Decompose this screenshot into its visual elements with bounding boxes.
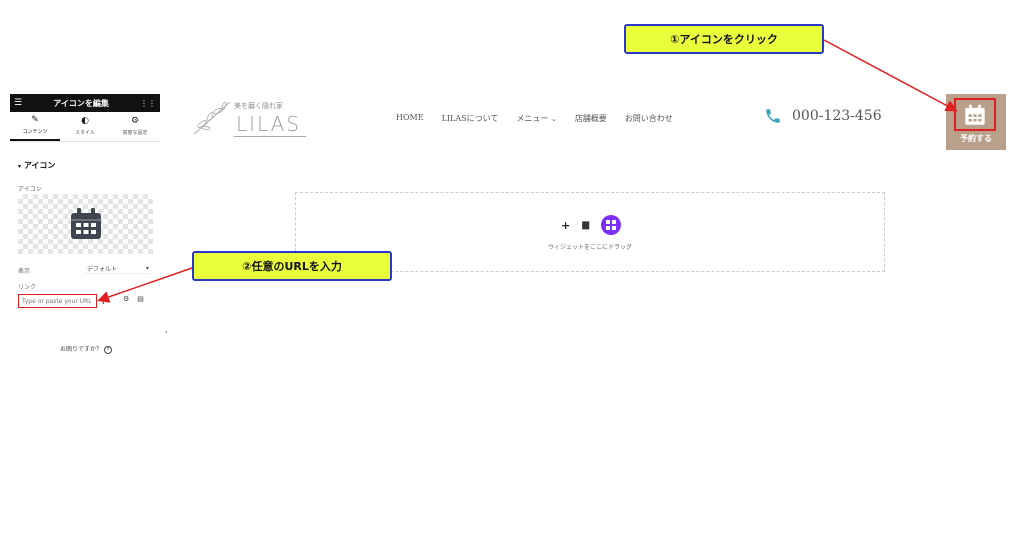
screenshot-stage: { "panel": { "title": "アイコンを編集", "tabs":… <box>0 0 1024 559</box>
link-label: リンク <box>18 284 37 291</box>
section-icon-toggle[interactable]: ▾ アイコン <box>18 160 55 171</box>
help-link[interactable]: お困りですか？ ? <box>60 344 112 354</box>
url-input[interactable] <box>18 294 97 308</box>
tab-content-label: コンテンツ <box>22 129 48 135</box>
editor-panel: ☰ アイコンを編集 ⋮⋮ ✎ コンテンツ ◐ スタイル ⚙ 高度な設定 ▾ アイ… <box>10 94 160 364</box>
icon-preview[interactable] <box>18 194 153 254</box>
logo-tagline: 美を磨く隠れ家 <box>234 102 283 110</box>
view-select[interactable]: デフォルト ▾ <box>85 264 151 274</box>
nav-item-menu[interactable]: メニュー ⌄ <box>516 113 556 124</box>
reserve-widget[interactable]: 予約する <box>946 94 1006 150</box>
tab-content[interactable]: ✎ コンテンツ <box>10 112 60 141</box>
section-title: アイコン <box>23 161 56 170</box>
nav-item-about[interactable]: LILASについて <box>442 113 499 124</box>
calendar-icon <box>70 208 101 239</box>
url-options: ⚙ ▤ <box>123 295 144 303</box>
nav-item-menu-label: メニュー <box>516 114 549 123</box>
phone-block[interactable]: 000-123-456 <box>764 107 882 125</box>
help-text: お困りですか？ <box>60 346 103 353</box>
logo-name: LILAS <box>236 112 302 136</box>
folder-icon[interactable]: ▆ <box>582 220 589 230</box>
dropzone-text: ウィジェットをここにドラッグ <box>547 244 632 251</box>
leaf-branch-icon <box>193 101 231 135</box>
view-label: 表示 <box>18 268 31 275</box>
callout-step2: ②任意のURLを入力 <box>192 251 392 281</box>
callout-step1: ①アイコンをクリック <box>624 24 824 54</box>
logo-underline <box>234 136 306 137</box>
panel-header: ☰ アイコンを編集 ⋮⋮ <box>10 94 160 112</box>
grid-icon[interactable]: ⋮⋮ <box>140 99 156 108</box>
contrast-icon: ◐ <box>81 116 89 126</box>
icon-field-label: アイコン <box>18 186 42 193</box>
dropzone-actions: + ▆ <box>561 215 622 235</box>
chevron-down-icon: ▾ <box>145 265 149 272</box>
panel-title: アイコンを編集 <box>53 98 109 108</box>
caret-down-icon: ▾ <box>18 163 22 170</box>
link-settings-icon[interactable]: ⚙ <box>123 295 129 303</box>
tab-style-label: スタイル <box>74 130 95 136</box>
phone-number: 000-123-456 <box>792 108 882 124</box>
nav-item-shop[interactable]: 店舗概要 <box>575 113 607 124</box>
panel-tabs: ✎ コンテンツ ◐ スタイル ⚙ 高度な設定 <box>10 112 160 142</box>
tab-advanced-label: 高度な設定 <box>122 130 148 136</box>
phone-icon <box>766 109 780 123</box>
pencil-icon: ✎ <box>31 115 39 125</box>
gear-icon: ⚙ <box>130 116 140 126</box>
arrow-to-icon <box>823 39 958 112</box>
question-icon: ? <box>103 346 112 354</box>
text-cursor-icon: I <box>102 297 105 307</box>
nav-item-home[interactable]: HOME <box>396 113 424 124</box>
chevron-down-icon: ⌄ <box>550 115 557 123</box>
reserve-icon-highlight[interactable] <box>954 98 996 131</box>
calendar-icon <box>965 104 985 125</box>
tab-advanced[interactable]: ⚙ 高度な設定 <box>110 112 160 141</box>
collapse-panel-icon[interactable]: ‹ <box>165 328 168 336</box>
add-section-icon[interactable]: + <box>561 219 570 232</box>
templates-icon <box>606 220 617 230</box>
main-nav: HOME LILASについて メニュー ⌄ 店舗概要 お問い合わせ <box>396 113 673 124</box>
nav-item-contact[interactable]: お問い合わせ <box>625 113 673 124</box>
view-select-value: デフォルト <box>87 266 118 273</box>
menu-icon[interactable]: ☰ <box>14 98 22 108</box>
tab-style[interactable]: ◐ スタイル <box>60 112 110 141</box>
templates-button[interactable] <box>601 215 622 235</box>
site-logo[interactable]: 美を磨く隠れ家 LILAS <box>190 98 310 140</box>
dynamic-tags-icon[interactable]: ▤ <box>137 295 144 303</box>
reserve-label: 予約する <box>960 134 992 143</box>
